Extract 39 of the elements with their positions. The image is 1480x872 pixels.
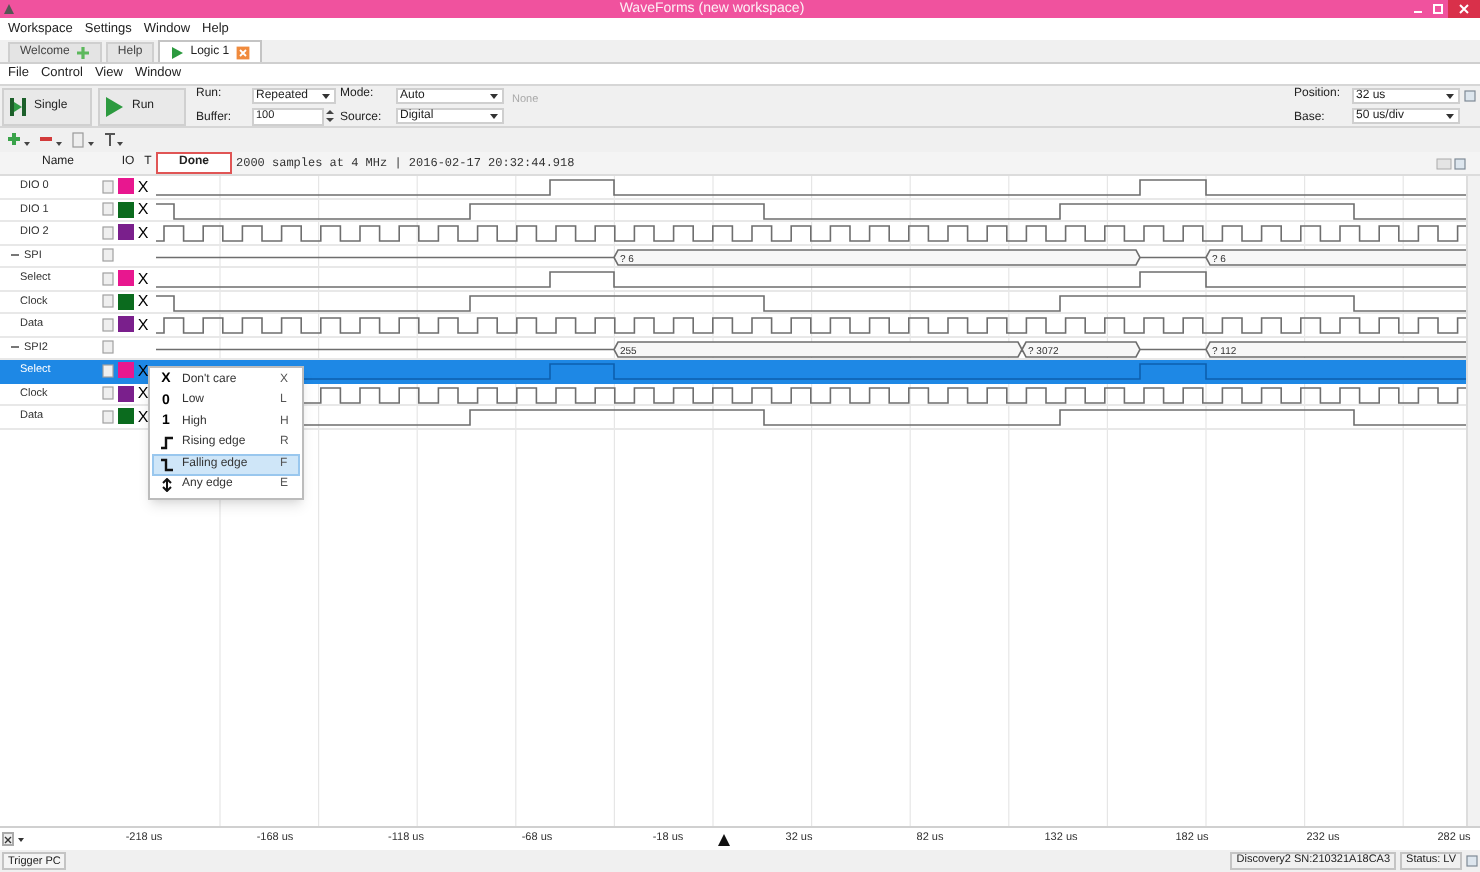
text-tool-icon[interactable] bbox=[104, 132, 124, 148]
maximize-button[interactable] bbox=[1428, 0, 1448, 18]
close-button[interactable] bbox=[2, 832, 14, 846]
io-pin-button[interactable] bbox=[118, 316, 134, 333]
io-pin-button[interactable] bbox=[118, 293, 134, 310]
play-icon bbox=[104, 95, 124, 117]
add-icon bbox=[75, 46, 90, 60]
close-button[interactable] bbox=[1448, 0, 1480, 18]
io-pin-button[interactable] bbox=[118, 270, 134, 287]
trigger-button[interactable]: X bbox=[136, 177, 150, 196]
trigger-button[interactable]: X bbox=[136, 223, 150, 242]
trigger-button[interactable]: X bbox=[136, 292, 150, 311]
sheet-icon[interactable] bbox=[72, 132, 96, 148]
collapse-icon[interactable] bbox=[10, 250, 20, 261]
add-icon[interactable] bbox=[8, 132, 32, 148]
io-pin-button[interactable] bbox=[118, 385, 134, 402]
rising-edge-icon bbox=[159, 436, 173, 451]
single-capture-icon bbox=[8, 95, 28, 117]
trigger-button[interactable]: X bbox=[136, 315, 150, 334]
trigger-button[interactable]: X bbox=[136, 407, 150, 426]
trigger-marker-icon[interactable] bbox=[718, 834, 730, 846]
scroll-bar[interactable] bbox=[1466, 176, 1480, 826]
io-pin-button[interactable] bbox=[118, 408, 134, 425]
trigger-button[interactable]: X bbox=[136, 361, 150, 380]
io-pin-button[interactable] bbox=[118, 201, 134, 218]
double-arrow-icon bbox=[159, 478, 173, 493]
trigger-button[interactable]: X bbox=[136, 200, 150, 219]
io-pin-button[interactable] bbox=[118, 224, 134, 241]
caret-icon[interactable] bbox=[16, 832, 26, 846]
trigger-button[interactable]: X bbox=[136, 384, 150, 403]
trigger-button[interactable]: X bbox=[136, 269, 150, 288]
close-icon[interactable] bbox=[235, 45, 250, 59]
collapse-icon[interactable] bbox=[10, 342, 20, 353]
caret-icon bbox=[320, 90, 332, 102]
play-icon bbox=[170, 45, 185, 59]
falling-edge-icon bbox=[159, 457, 173, 472]
io-pin-button[interactable] bbox=[118, 178, 134, 195]
close-icon bbox=[4, 835, 12, 843]
remove-icon[interactable] bbox=[40, 132, 64, 148]
